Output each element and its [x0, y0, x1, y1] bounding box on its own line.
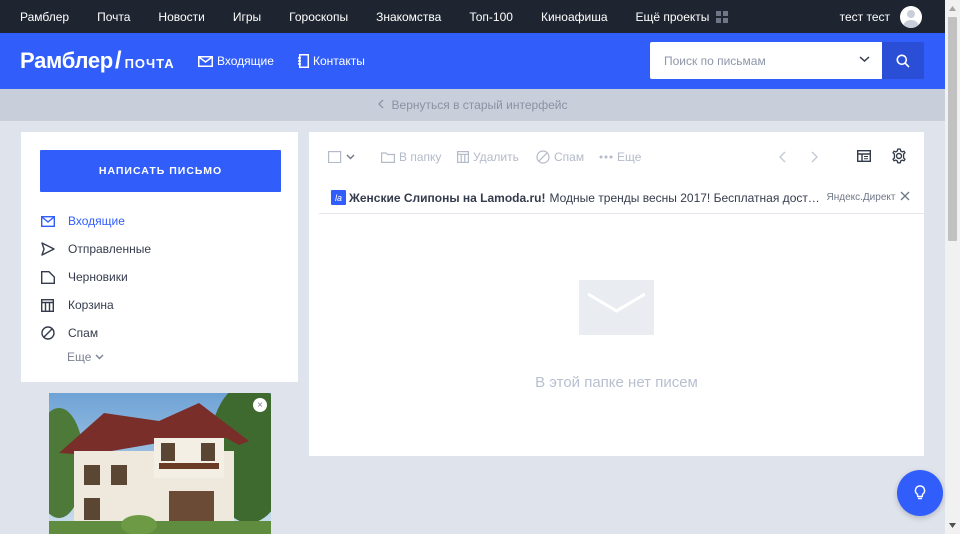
lamoda-logo-icon: la: [331, 190, 346, 205]
grid-icon: [716, 10, 729, 23]
sidebar: НАПИСАТЬ ПИСЬМО Входящие Отправленные Че…: [21, 132, 298, 382]
ad-close-button[interactable]: ×: [253, 398, 267, 412]
logo-slash: /: [114, 47, 122, 74]
search-options-chevron-icon[interactable]: [859, 55, 870, 63]
sidebar-item-inbox[interactable]: Входящие: [40, 207, 281, 235]
spam-icon: [536, 150, 550, 164]
contacts-icon: [298, 54, 309, 68]
folder-label: Спам: [68, 326, 99, 340]
more-actions-button[interactable]: Еще: [599, 150, 641, 164]
empty-folder-message: В этой папке нет писем: [535, 374, 698, 391]
spam-button[interactable]: Спам: [536, 150, 584, 164]
layout-icon: [857, 150, 871, 162]
logo-brand: Рамблер: [20, 48, 113, 73]
select-all-checkbox[interactable]: [328, 151, 359, 163]
search-input[interactable]: [650, 42, 840, 79]
header-inbox-link[interactable]: Входящие: [198, 54, 274, 68]
empty-envelope-icon: [579, 280, 654, 335]
ad-banner-image[interactable]: ×: [49, 393, 271, 534]
ad-text: Модные тренды весны 2017! Бесплатная дос…: [549, 190, 822, 205]
checkbox-icon: [328, 151, 342, 163]
ad-message-row[interactable]: la Женские Слипоны на Lamoda.ru! Модные …: [319, 182, 924, 214]
house-photo: [49, 393, 271, 534]
layout-toggle-button[interactable]: [857, 150, 875, 162]
topnav-horoscopes[interactable]: Гороскопы: [289, 10, 348, 24]
rambler-mail-logo[interactable]: Рамблер / ПОЧТА: [20, 47, 175, 75]
ad-source: Яндекс.Директ: [826, 192, 896, 203]
trash-icon: [457, 151, 469, 163]
chevron-left-icon: [779, 151, 786, 163]
help-button[interactable]: [897, 470, 943, 516]
logo-sub: ПОЧТА: [124, 56, 175, 71]
spam-icon: [40, 326, 55, 341]
mail-header: Рамблер / ПОЧТА Входящие Контакты: [0, 33, 945, 89]
topnav-games[interactable]: Игры: [233, 10, 261, 24]
prev-page-button[interactable]: [778, 151, 790, 163]
draft-icon: [40, 270, 55, 285]
scroll-down-arrow-icon[interactable]: [945, 517, 960, 534]
topnav-dating[interactable]: Знакомства: [376, 10, 441, 24]
page-scrollbar[interactable]: [945, 0, 960, 534]
compose-button[interactable]: НАПИСАТЬ ПИСЬМО: [40, 150, 281, 192]
more-folders-label: Еще: [67, 350, 92, 364]
chevron-right-icon: [811, 151, 818, 163]
search-button[interactable]: [882, 42, 924, 79]
topnav-top100[interactable]: Топ-100: [469, 10, 513, 24]
sidebar-item-sent[interactable]: Отправленные: [40, 235, 281, 263]
next-page-button[interactable]: [811, 151, 823, 163]
gear-icon: [892, 148, 906, 164]
more-projects-label: Ещё проекты: [635, 9, 710, 24]
return-to-old-interface-bar[interactable]: Вернуться в старый интерфейс: [0, 89, 945, 121]
sidebar-item-trash[interactable]: Корзина: [40, 291, 281, 319]
chevron-down-icon: [346, 154, 355, 160]
folder-label: Корзина: [68, 298, 114, 312]
more-folders-toggle[interactable]: Еще: [67, 350, 104, 364]
envelope-icon: [198, 55, 213, 67]
topnav-mail[interactable]: Почта: [97, 10, 130, 24]
close-icon[interactable]: [900, 191, 910, 201]
ellipsis-icon: [599, 155, 613, 159]
sidebar-item-spam[interactable]: Спам: [40, 319, 281, 347]
send-icon: [40, 242, 55, 257]
folder-label: Отправленные: [68, 242, 152, 256]
topnav-kinoafisha[interactable]: Киноафиша: [541, 10, 608, 24]
move-to-folder-button[interactable]: В папку: [381, 150, 441, 164]
user-name: тест тест: [839, 10, 890, 24]
folder-icon: [381, 151, 395, 163]
return-label: Вернуться в старый интерфейс: [391, 98, 568, 112]
folder-label: Входящие: [68, 214, 125, 228]
avatar: [900, 6, 922, 28]
topnav-rambler[interactable]: Рамблер: [20, 10, 69, 24]
delete-button[interactable]: Удалить: [457, 150, 519, 164]
header-inbox-label: Входящие: [217, 54, 274, 68]
message-toolbar: В папку Удалить Спам Еще: [309, 132, 924, 182]
topnav-news[interactable]: Новости: [158, 10, 204, 24]
search-icon: [896, 54, 910, 68]
sidebar-item-drafts[interactable]: Черновики: [40, 263, 281, 291]
more-actions-label: Еще: [617, 150, 642, 164]
topnav-more-projects[interactable]: Ещё проекты: [636, 10, 729, 24]
folder-label: Черновики: [68, 270, 128, 284]
lightbulb-icon: [914, 485, 926, 500]
chevron-down-icon: [95, 354, 104, 360]
folder-list: Входящие Отправленные Черновики Корзина …: [40, 207, 281, 347]
user-menu[interactable]: тест тест: [840, 6, 922, 28]
settings-button[interactable]: [891, 148, 911, 164]
ad-title: Женские Слипоны на Lamoda.ru!: [349, 190, 546, 205]
header-contacts-link[interactable]: Контакты: [298, 54, 365, 68]
message-list-panel: В папку Удалить Спам Еще la Женские Слип…: [309, 132, 924, 456]
top-navigation-bar: Рамблер Почта Новости Игры Гороскопы Зна…: [0, 0, 945, 33]
move-to-folder-label: В папку: [399, 150, 442, 164]
search-box: [650, 42, 882, 79]
delete-label: Удалить: [473, 150, 519, 164]
header-contacts-label: Контакты: [313, 54, 365, 68]
trash-icon: [40, 298, 55, 313]
scrollbar-thumb[interactable]: [948, 17, 957, 241]
scroll-up-arrow-icon[interactable]: [945, 0, 960, 17]
spam-label: Спам: [554, 150, 585, 164]
envelope-icon: [40, 214, 55, 229]
chevron-left-icon: [377, 98, 384, 112]
